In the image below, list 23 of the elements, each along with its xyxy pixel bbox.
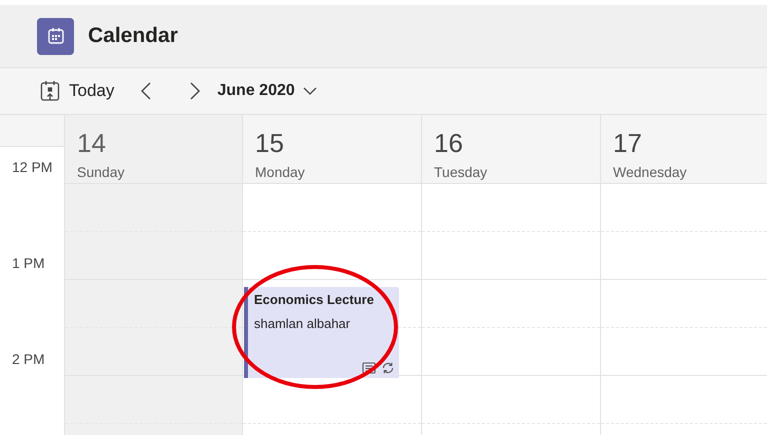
time-label: 1 PM xyxy=(12,255,45,271)
chevron-down-icon xyxy=(302,87,317,95)
day-number: 14 xyxy=(77,127,106,159)
event-title: Economics Lecture xyxy=(254,291,374,309)
weekday-label: Tuesday xyxy=(434,163,488,182)
calendar-today-icon xyxy=(40,80,60,102)
notes-icon xyxy=(362,361,376,375)
event-card[interactable]: Economics Lecture shamlan albahar xyxy=(244,287,399,378)
weekday-label: Wednesday xyxy=(613,163,687,182)
time-label: 12 PM xyxy=(12,159,52,175)
time-label: 2 PM xyxy=(12,351,45,367)
day-number: 15 xyxy=(255,127,284,159)
day-number: 16 xyxy=(434,127,463,159)
weekday-label: Monday xyxy=(255,163,305,182)
event-organizer: shamlan albahar xyxy=(254,315,350,333)
app-title: Calendar xyxy=(88,23,178,50)
chevron-right-icon xyxy=(190,82,200,100)
weekday-label: Sunday xyxy=(77,163,124,182)
calendar-app-icon xyxy=(37,18,74,54)
month-picker[interactable]: June 2020 xyxy=(217,79,317,103)
today-button[interactable]: Today xyxy=(40,78,114,104)
chevron-left-icon xyxy=(141,82,152,100)
day-number: 17 xyxy=(613,127,642,159)
